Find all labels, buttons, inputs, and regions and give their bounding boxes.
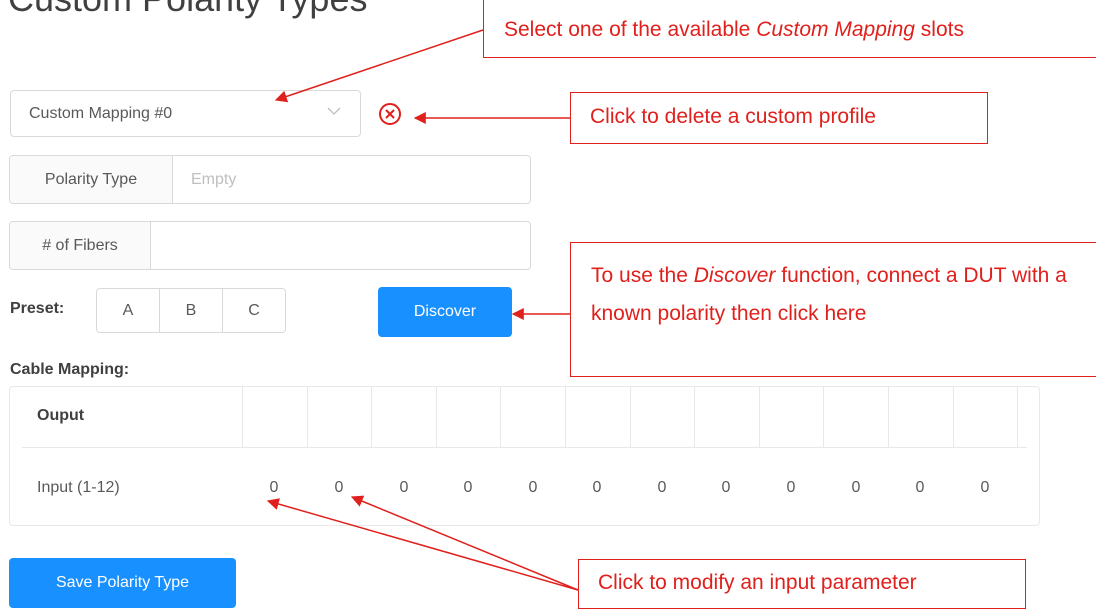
column-divider: [436, 387, 437, 447]
callout-discover: To use the Discover function, connect a …: [570, 242, 1096, 377]
callout-modify-input-text: Click to modify an input parameter: [598, 571, 917, 594]
custom-mapping-select-value: Custom Mapping #0: [29, 105, 173, 122]
input-row-label: Input (1-12): [37, 479, 120, 496]
column-divider: [500, 387, 501, 447]
input-cell-8[interactable]: 0: [711, 479, 741, 497]
column-divider: [953, 387, 954, 447]
discover-button[interactable]: Discover: [378, 287, 512, 337]
column-divider: [371, 387, 372, 447]
callout-delete-profile: Click to delete a custom profile: [570, 92, 988, 144]
input-cell-5[interactable]: 0: [518, 479, 548, 497]
column-divider: [694, 387, 695, 447]
input-cell-4[interactable]: 0: [453, 479, 483, 497]
input-cell-11[interactable]: 0: [905, 479, 935, 497]
column-divider: [307, 387, 308, 447]
column-divider: [888, 387, 889, 447]
callout-select-slot-pre: Select one of the available: [504, 18, 757, 41]
preset-c-button[interactable]: C: [223, 289, 285, 332]
cable-mapping-label: Cable Mapping:: [10, 361, 130, 378]
preset-b-button[interactable]: B: [160, 289, 223, 332]
column-divider: [1017, 387, 1018, 447]
chevron-down-icon: [326, 103, 342, 124]
preset-a-button[interactable]: A: [97, 289, 160, 332]
custom-mapping-select[interactable]: Custom Mapping #0: [10, 90, 361, 137]
delete-profile-icon[interactable]: [378, 102, 402, 131]
input-cell-9[interactable]: 0: [776, 479, 806, 497]
input-cell-7[interactable]: 0: [647, 479, 677, 497]
column-divider: [242, 387, 243, 447]
callout-modify-input: Click to modify an input parameter: [578, 559, 1026, 609]
callout-discover-pre: To use the: [591, 264, 694, 287]
polarity-type-group: Polarity Type: [9, 155, 531, 204]
page-title: Custom Polarity Types: [8, 0, 367, 20]
input-cell-6[interactable]: 0: [582, 479, 612, 497]
table-divider: [22, 447, 1027, 448]
save-polarity-type-button[interactable]: Save Polarity Type: [9, 558, 236, 608]
preset-label: Preset:: [10, 300, 65, 317]
column-divider: [759, 387, 760, 447]
column-divider: [565, 387, 566, 447]
cable-mapping-table: Ouput Input (1-12) 0 0 0 0 0 0 0 0 0 0 0 0: [9, 386, 1040, 526]
callout-discover-em: Discover: [693, 264, 776, 287]
input-cell-1[interactable]: 0: [259, 479, 289, 497]
polarity-type-input[interactable]: [173, 156, 530, 203]
input-cell-3[interactable]: 0: [389, 479, 419, 497]
callout-select-slot: Select one of the available Custom Mappi…: [483, 0, 1096, 58]
column-divider: [630, 387, 631, 447]
input-cell-12[interactable]: 0: [970, 479, 1000, 497]
input-cell-2[interactable]: 0: [324, 479, 354, 497]
column-divider: [823, 387, 824, 447]
callout-select-slot-post: slots: [914, 18, 964, 41]
preset-button-group: A B C: [96, 288, 286, 333]
callout-select-slot-em: Custom Mapping: [756, 18, 915, 41]
input-cell-10[interactable]: 0: [841, 479, 871, 497]
polarity-type-label: Polarity Type: [10, 156, 173, 203]
callout-delete-profile-text: Click to delete a custom profile: [590, 105, 876, 128]
fibers-label: # of Fibers: [10, 222, 151, 269]
fibers-group: # of Fibers: [9, 221, 531, 270]
output-header: Ouput: [37, 407, 85, 424]
fibers-input[interactable]: [151, 222, 530, 269]
